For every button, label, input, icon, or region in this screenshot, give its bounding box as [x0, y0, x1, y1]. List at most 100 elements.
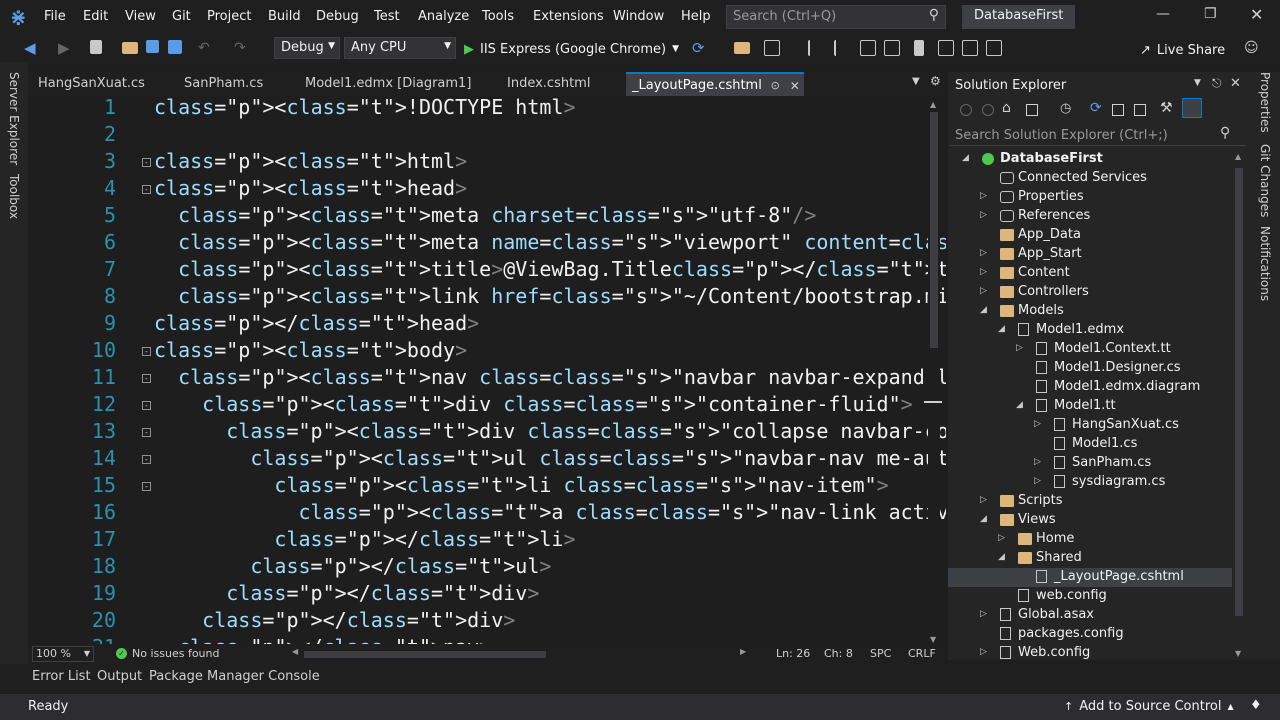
- menu-project[interactable]: Project: [207, 9, 251, 24]
- tree-item[interactable]: packages.config: [948, 625, 1232, 644]
- notifications-tab[interactable]: Notifications: [1258, 226, 1272, 301]
- se-refresh-icon[interactable]: ⟳: [1090, 100, 1102, 116]
- tab-overflow-icon[interactable]: ▼: [912, 76, 920, 87]
- zoom-dropdown[interactable]: 100 % ▼: [32, 646, 94, 662]
- expanded-arrow-icon[interactable]: ◢: [962, 153, 969, 163]
- collapsed-arrow-icon[interactable]: ▷: [980, 248, 987, 258]
- tree-item[interactable]: Model1.Designer.cs: [948, 359, 1232, 378]
- code-line[interactable]: class="p"><class="t">!DOCTYPE html>: [154, 96, 576, 119]
- code-line[interactable]: class="p"><class="t">link href=class="s"…: [154, 284, 946, 308]
- tree-item[interactable]: ▷ Controllers: [948, 283, 1232, 302]
- bottom-tab-0[interactable]: Error List: [32, 669, 91, 684]
- collapsed-arrow-icon[interactable]: ▷: [980, 210, 987, 220]
- tree-item[interactable]: ◢ Views: [948, 511, 1232, 530]
- settings-gear-icon[interactable]: ⚙: [930, 74, 941, 88]
- h-scroll-left-arrow[interactable]: ◀: [292, 647, 298, 656]
- tree-item[interactable]: ▷ Properties: [948, 188, 1232, 207]
- tree-item[interactable]: web.config: [948, 587, 1232, 606]
- expanded-arrow-icon[interactable]: ◢: [1016, 400, 1023, 410]
- bookmark-next-icon[interactable]: [962, 40, 978, 56]
- issues-indicator[interactable]: ✓ No issues found: [116, 647, 219, 660]
- code-line[interactable]: class="p"></class="t">div>: [154, 608, 515, 632]
- code-line[interactable]: class="p"><class="t">meta charset=class=…: [154, 203, 816, 227]
- fold-toggle-icon[interactable]: -: [142, 347, 151, 356]
- tree-item[interactable]: App_Data: [948, 226, 1232, 245]
- undo-icon[interactable]: ↶: [198, 40, 214, 56]
- bookmark-icon[interactable]: [914, 40, 924, 56]
- tree-item[interactable]: ▷ Content: [948, 264, 1232, 283]
- expanded-arrow-icon[interactable]: ◢: [980, 514, 987, 524]
- menu-git[interactable]: Git: [172, 9, 191, 24]
- toolbox-tab[interactable]: Toolbox: [7, 174, 21, 219]
- tree-item[interactable]: ◢ DatabaseFirst: [948, 150, 1232, 169]
- search-box[interactable]: Search (Ctrl+Q) ⚲: [726, 5, 946, 29]
- code-line[interactable]: class="p"></class="t">div>: [154, 581, 539, 605]
- collapsed-arrow-icon[interactable]: ▷: [980, 267, 987, 277]
- menu-analyze[interactable]: Analyze: [418, 9, 469, 24]
- bookmark-prev-icon[interactable]: [938, 40, 954, 56]
- code-line[interactable]: class="p"><class="t">div class=class="s"…: [154, 392, 913, 416]
- scroll-down-arrow[interactable]: ▼: [930, 635, 936, 644]
- tab-3[interactable]: Index.cshtml: [507, 76, 590, 91]
- tree-item[interactable]: ◢ Model1.edmx: [948, 321, 1232, 340]
- code-line[interactable]: class="p"></class="t">li>: [154, 527, 575, 551]
- tree-item[interactable]: _LayoutPage.cshtml: [948, 568, 1232, 587]
- home-icon[interactable]: ⌂: [1002, 100, 1011, 116]
- live-share-button[interactable]: ↗ Live Share: [1140, 40, 1225, 60]
- collapsed-arrow-icon[interactable]: ▷: [980, 495, 987, 505]
- tab-2[interactable]: Model1.edmx [Diagram1]: [305, 76, 471, 91]
- menu-edit[interactable]: Edit: [83, 9, 108, 24]
- menu-help[interactable]: Help: [681, 9, 711, 24]
- indent-icon[interactable]: [834, 40, 850, 56]
- collapse-all-icon[interactable]: [1112, 104, 1124, 116]
- fold-toggle-icon[interactable]: -: [142, 185, 151, 194]
- tab-4[interactable]: _LayoutPage.cshtml ⊙ ✕: [626, 72, 804, 96]
- redo-icon[interactable]: ↷: [234, 40, 250, 56]
- platform-dropdown[interactable]: Any CPU ▼: [344, 37, 456, 59]
- source-control-button[interactable]: ↑ Add to Source Control ▲: [1064, 699, 1234, 714]
- collapsed-arrow-icon[interactable]: ▷: [998, 533, 1005, 543]
- scroll-down-arrow[interactable]: ▼: [1235, 649, 1241, 658]
- back-icon[interactable]: ◀: [24, 40, 40, 56]
- align-icon[interactable]: [808, 40, 824, 56]
- menu-build[interactable]: Build: [268, 9, 301, 24]
- collapsed-arrow-icon[interactable]: ▷: [1034, 457, 1041, 467]
- refresh-icon[interactable]: ⟳: [692, 40, 708, 56]
- tab-1[interactable]: SanPham.cs: [184, 76, 263, 91]
- tree-item[interactable]: ◢ Model1.tt: [948, 397, 1232, 416]
- fold-toggle-icon[interactable]: -: [142, 428, 151, 437]
- code-line[interactable]: class="p"><class="t">meta name=class="s"…: [154, 230, 946, 254]
- tree-item[interactable]: ▷ SanPham.cs: [948, 454, 1232, 473]
- close-panel-icon[interactable]: ✕: [1230, 76, 1241, 91]
- menu-test[interactable]: Test: [374, 9, 400, 24]
- tree-item[interactable]: ◢ Shared: [948, 549, 1232, 568]
- new-item-icon[interactable]: [90, 40, 102, 54]
- se-forward-icon[interactable]: [982, 104, 994, 116]
- pin-icon[interactable]: ⎋: [1212, 76, 1222, 91]
- expanded-arrow-icon[interactable]: ◢: [980, 305, 987, 315]
- menu-window[interactable]: Window: [613, 9, 664, 24]
- close-window-button[interactable]: ✕: [1250, 5, 1263, 24]
- code-line[interactable]: class="p"></class="t">ul>: [154, 554, 551, 578]
- bottom-tab-1[interactable]: Output: [97, 669, 142, 684]
- screenshot-icon[interactable]: [764, 40, 780, 56]
- preview-toggle-icon[interactable]: [1182, 98, 1202, 118]
- history-icon[interactable]: ◷: [1060, 101, 1071, 116]
- tree-item[interactable]: ◢ Models: [948, 302, 1232, 321]
- collapsed-arrow-icon[interactable]: ▷: [1016, 343, 1023, 353]
- whitespace-indicator[interactable]: SPC: [870, 647, 891, 660]
- menu-view[interactable]: View: [125, 9, 156, 24]
- tree-item[interactable]: Connected Services: [948, 169, 1232, 188]
- tree-item[interactable]: ▷ Global.asax: [948, 606, 1232, 625]
- show-all-files-icon[interactable]: [1134, 104, 1146, 116]
- close-tab-icon[interactable]: ✕: [790, 74, 800, 98]
- scroll-thumb[interactable]: [1235, 168, 1243, 616]
- tree-item[interactable]: ▷ App_Start: [948, 245, 1232, 264]
- code-line[interactable]: class="p"></class="t">nav>: [154, 635, 491, 644]
- bookmark-clear-icon[interactable]: [986, 40, 1002, 56]
- code-line[interactable]: class="p"><class="t">a class=class="s">"…: [154, 500, 947, 524]
- comment-icon[interactable]: [860, 40, 876, 56]
- code-line[interactable]: class="p"><class="t">head>: [154, 176, 467, 200]
- tree-item[interactable]: ▷ Web.config: [948, 644, 1232, 660]
- scroll-thumb[interactable]: [930, 112, 938, 348]
